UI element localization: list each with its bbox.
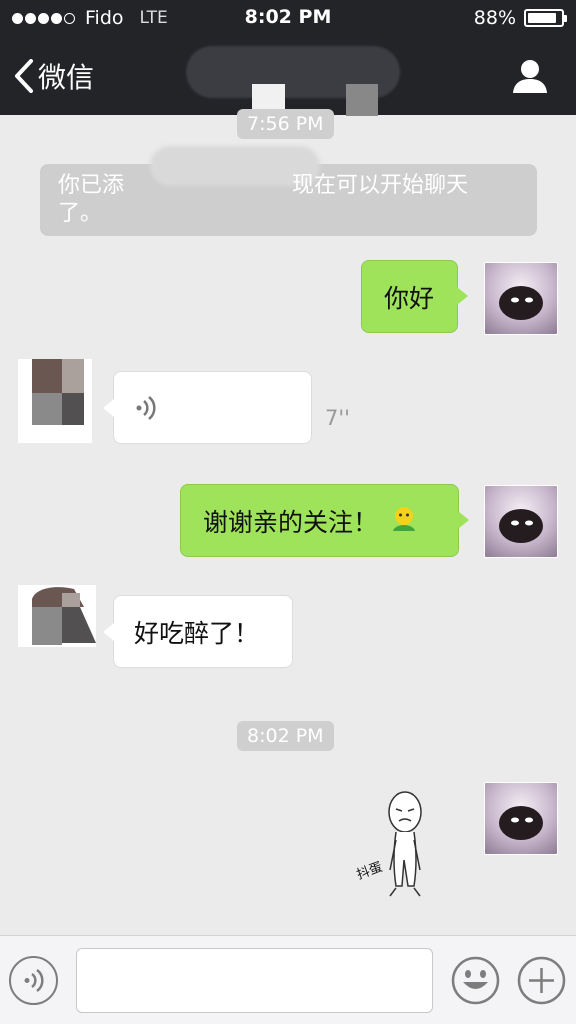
avatar-fluffball-image <box>499 509 543 543</box>
chat-area[interactable]: 7:56 PM 你已添 现在可以开始聊天 了。 你好 7'' 谢谢亲的关注！ 好… <box>0 109 576 935</box>
battery-fill <box>528 13 557 23</box>
header: Fido LTE 8:02 PM 88% 微信 <box>0 0 576 116</box>
message-text: 谢谢亲的关注！ <box>203 507 379 537</box>
message-bubble-outgoing[interactable]: 你好 <box>361 260 468 333</box>
pixelated-avatar-image <box>18 359 92 443</box>
plus-icon <box>517 956 566 1005</box>
more-button[interactable] <box>517 956 566 1005</box>
back-button[interactable]: 微信 <box>14 56 94 96</box>
sticker-message[interactable]: 抖蛋 <box>352 790 444 905</box>
message-text: 好吃醉了！ <box>134 618 260 648</box>
chevron-left-icon <box>15 59 33 93</box>
avatar-fluffball-image <box>499 806 543 840</box>
contact-info-button[interactable] <box>512 58 548 98</box>
system-message: 你已添 现在可以开始聊天 了。 <box>40 146 537 236</box>
timestamp: 7:56 PM <box>237 109 334 139</box>
voice-icon <box>24 968 44 993</box>
system-text-line2: 了。 <box>58 201 103 226</box>
meme-face-sticker <box>388 791 422 897</box>
avatar-fluffball-image <box>499 286 543 320</box>
message-bubble-incoming[interactable]: 好吃醉了！ <box>103 595 293 668</box>
message-input[interactable] <box>76 948 433 1013</box>
emoji-icon <box>393 506 416 531</box>
emoji-button[interactable] <box>451 956 500 1005</box>
pixelated-block <box>346 84 378 116</box>
voice-input-button[interactable] <box>9 956 58 1005</box>
avatar[interactable] <box>484 782 558 855</box>
input-bar <box>0 935 576 1024</box>
person-icon <box>513 60 547 93</box>
system-text-start: 你已添 <box>58 173 125 198</box>
battery-percent: 88% <box>473 7 516 29</box>
voice-message-bubble[interactable] <box>103 371 312 444</box>
back-label: 微信 <box>38 61 95 94</box>
message-bubble-outgoing[interactable]: 谢谢亲的关注！ <box>180 484 469 557</box>
battery-icon <box>524 9 567 27</box>
avatar-obscured[interactable] <box>18 585 96 659</box>
avatar-obscured[interactable] <box>18 359 92 443</box>
smiley-icon <box>451 956 500 1005</box>
voice-wave-icon <box>136 395 156 420</box>
system-text-end: 现在可以开始聊天 <box>292 173 469 198</box>
avatar[interactable] <box>484 485 558 558</box>
nav-bar: 微信 <box>0 38 576 116</box>
pixelated-avatar-image <box>18 585 96 647</box>
timestamp: 8:02 PM <box>237 721 334 751</box>
battery-status: 88% <box>473 7 567 29</box>
message-text: 你好 <box>384 283 435 313</box>
status-bar: Fido LTE 8:02 PM 88% <box>0 0 576 38</box>
voice-duration: 7'' <box>325 406 350 430</box>
avatar[interactable] <box>484 262 558 335</box>
